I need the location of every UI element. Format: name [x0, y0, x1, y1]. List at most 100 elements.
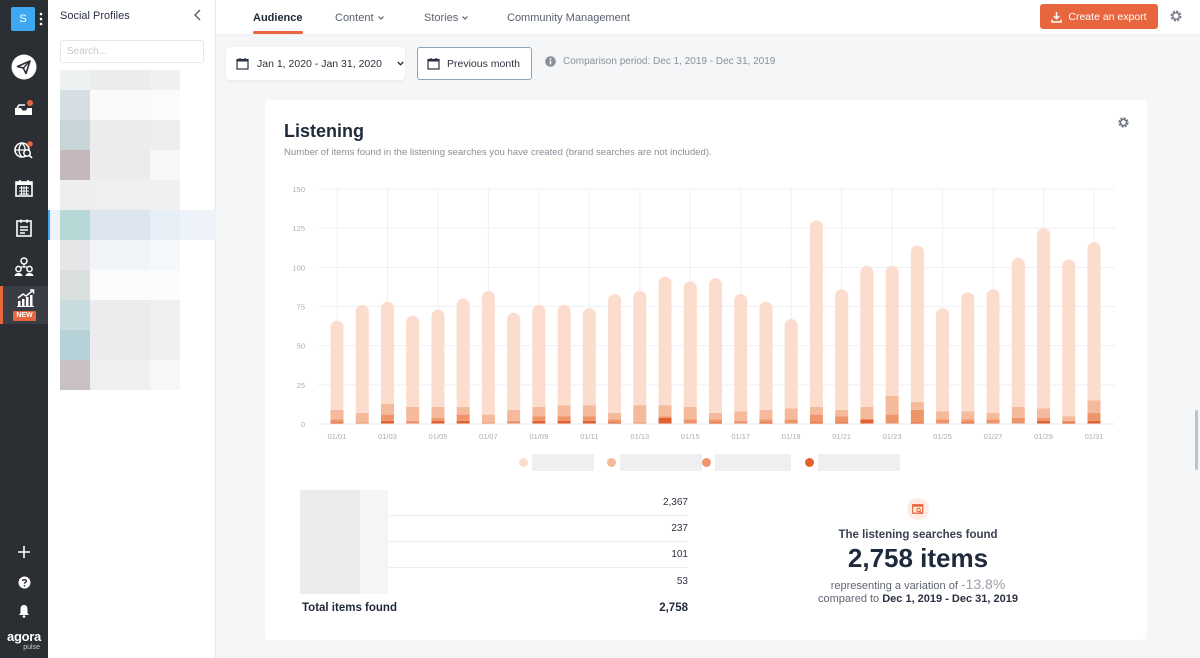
table-row: 2,367 — [300, 490, 688, 516]
blurred-search-name — [300, 516, 360, 542]
bar-segment — [532, 304, 546, 407]
x-tick-label: 01/19 — [782, 432, 801, 441]
tab-audience[interactable]: Audience — [253, 0, 303, 35]
bar-segment — [759, 409, 773, 420]
profile-item[interactable] — [48, 70, 216, 90]
x-tick-label: 01/05 — [429, 432, 448, 441]
profile-avatar — [60, 240, 90, 270]
bar-segment — [1087, 413, 1101, 421]
bar-segment — [507, 409, 521, 421]
page-scrollbar[interactable] — [1195, 410, 1198, 470]
profile-item[interactable] — [48, 360, 216, 390]
tab-stories[interactable]: Stories — [424, 0, 469, 35]
legend-item[interactable] — [519, 454, 594, 471]
tab-label: Community Management — [507, 11, 630, 24]
bar-segment — [936, 308, 950, 412]
legend-label-blurred — [532, 454, 594, 471]
listening-card: Listening Number of items found in the l… — [265, 100, 1147, 640]
y-tick-label: 150 — [292, 185, 305, 194]
date-range-picker[interactable]: Jan 1, 2020 - Jan 31, 2020 — [226, 47, 405, 80]
legend-item[interactable] — [607, 454, 702, 471]
card-settings-gear-icon[interactable] — [1117, 116, 1130, 129]
rail-item-calendar[interactable] — [0, 170, 48, 206]
legend-item[interactable] — [702, 454, 791, 471]
y-tick-label: 125 — [292, 224, 305, 233]
bar-segment — [709, 413, 722, 420]
profile-item[interactable] — [48, 270, 216, 300]
bell-icon — [19, 605, 29, 618]
logo-text: agora — [7, 629, 41, 644]
blurred-search-name — [360, 516, 388, 542]
profile-avatar — [60, 360, 90, 390]
bar-segment — [961, 411, 975, 420]
settings-gear-icon[interactable] — [1169, 9, 1183, 23]
bar-segment — [784, 319, 798, 409]
rail-item-listening[interactable] — [0, 132, 48, 168]
bar-segment — [633, 405, 647, 423]
previous-month-button[interactable]: Previous month — [417, 47, 532, 80]
profile-item[interactable] — [48, 150, 216, 180]
rail-item-notifications[interactable] — [0, 593, 48, 629]
help-icon — [18, 576, 30, 588]
x-tick-label: 01/13 — [630, 432, 649, 441]
bar-segment — [380, 301, 394, 404]
tab-label: Audience — [253, 11, 303, 24]
blurred-profile-name — [150, 150, 180, 180]
blurred-profile-name — [150, 70, 180, 90]
bar-segment — [380, 414, 394, 421]
bar-segment — [532, 406, 546, 417]
bar-segment — [809, 414, 823, 423]
profile-item[interactable] — [48, 180, 216, 210]
profile-item[interactable] — [48, 300, 216, 330]
rail-item-publish[interactable] — [0, 49, 48, 85]
profile-search-input[interactable] — [60, 40, 204, 63]
profile-item[interactable] — [48, 210, 216, 240]
rail-item-inbox[interactable] — [0, 90, 48, 126]
rail-item-reports[interactable] — [0, 210, 48, 246]
bar-segment — [658, 416, 672, 418]
bar-segment — [759, 301, 773, 410]
blurred-search-name — [360, 542, 388, 568]
comparison-text: Comparison period: Dec 1, 2019 - Dec 31,… — [563, 56, 776, 67]
bar-segment — [330, 409, 344, 420]
blurred-profile-name — [150, 210, 180, 240]
y-tick-label: 50 — [297, 342, 305, 351]
tab-community-management[interactable]: Community Management — [507, 0, 630, 35]
profile-item[interactable] — [48, 240, 216, 270]
total-label: Total items found — [302, 602, 397, 614]
profile-item[interactable] — [48, 330, 216, 360]
bar-segment — [557, 405, 571, 417]
create-export-button[interactable]: Create an export — [1040, 4, 1158, 29]
bar-segment — [734, 293, 748, 412]
blurred-profile-name — [150, 180, 180, 210]
rail-item-team[interactable] — [0, 249, 48, 285]
bar-segment — [355, 304, 369, 414]
bar-segment — [608, 419, 622, 423]
blurred-profile-name — [150, 120, 180, 150]
y-tick-label: 0 — [301, 420, 305, 429]
summary-compared-line: compared to Dec 1, 2019 - Dec 31, 2019 — [785, 593, 1051, 605]
blurred-search-name — [300, 542, 360, 568]
profile-item[interactable] — [48, 120, 216, 150]
blurred-profile-name — [90, 330, 150, 360]
kebab-menu-icon[interactable] — [39, 11, 43, 27]
blurred-profile-name — [150, 270, 180, 300]
workspace-switcher[interactable]: S — [11, 7, 35, 31]
legend-item[interactable] — [805, 454, 900, 471]
bar-segment — [709, 419, 722, 423]
agorapulse-logo[interactable]: agora pulse — [0, 630, 48, 652]
tab-content[interactable]: Content — [335, 0, 385, 35]
bar-segment — [658, 417, 672, 424]
blurred-profile-name — [90, 90, 150, 120]
bar-segment — [355, 413, 369, 423]
profile-item[interactable] — [48, 90, 216, 120]
notification-dot — [27, 100, 33, 106]
download-icon — [1051, 11, 1063, 23]
bar-segment — [557, 304, 571, 406]
x-tick-label: 01/21 — [832, 432, 851, 441]
chevron-left-icon[interactable] — [191, 8, 205, 22]
calendar-icon — [15, 180, 33, 197]
bar-segment — [380, 403, 394, 415]
y-tick-label: 75 — [297, 303, 305, 312]
bar-segment — [835, 409, 849, 417]
